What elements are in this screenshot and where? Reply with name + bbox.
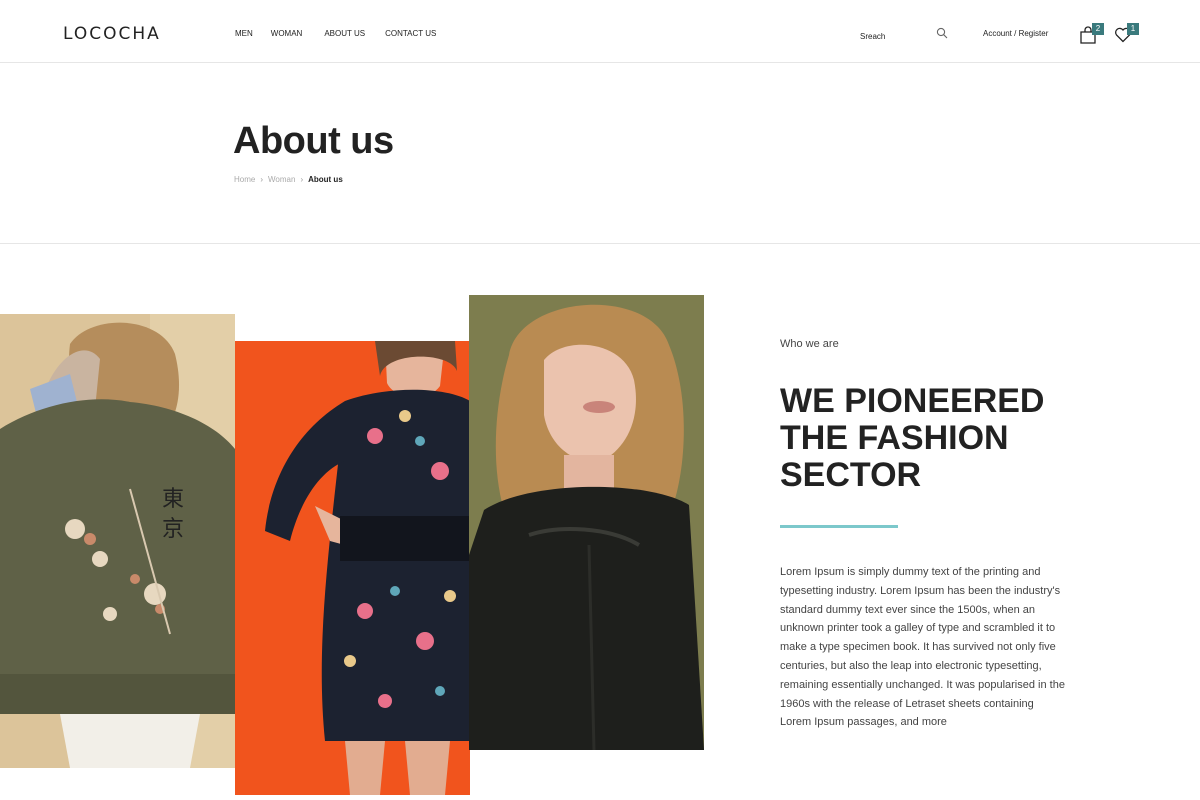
cart-button[interactable]: 2 — [1079, 23, 1105, 45]
breadcrumb-home[interactable]: Home — [234, 175, 255, 184]
page-title-section: About us Home › Woman › About us — [0, 64, 1200, 244]
breadcrumb: Home › Woman › About us — [234, 175, 343, 184]
main-nav: MEN WOMAN ABOUT US CONTACT US — [235, 29, 454, 38]
section-headline: WE PIONEERED THE FASHION SECTOR — [780, 382, 1045, 494]
site-header: LOCOCHA MEN WOMAN ABOUT US CONTACT US Ac… — [0, 0, 1200, 63]
search-box — [860, 26, 950, 42]
nav-woman[interactable]: WOMAN — [271, 29, 303, 38]
model-photo-jacket: 東 京 — [0, 314, 235, 768]
chevron-right-icon: › — [300, 175, 304, 184]
chevron-right-icon: › — [260, 175, 264, 184]
cart-count-badge: 2 — [1092, 23, 1104, 35]
nav-men[interactable]: MEN — [235, 29, 253, 38]
breadcrumb-woman[interactable]: Woman — [268, 175, 295, 184]
accent-divider — [780, 525, 898, 528]
model-photo-floral-dress — [235, 341, 470, 795]
logo[interactable]: LOCOCHA — [63, 24, 161, 44]
search-input[interactable] — [860, 32, 930, 41]
search-icon[interactable] — [936, 26, 948, 39]
breadcrumb-current: About us — [308, 175, 343, 184]
section-eyebrow: Who we are — [780, 338, 839, 350]
page-title: About us — [233, 120, 394, 162]
nav-about-us[interactable]: ABOUT US — [324, 29, 365, 38]
svg-text:東: 東 — [162, 487, 184, 512]
wishlist-button[interactable]: 1 — [1114, 23, 1140, 45]
nav-contact-us[interactable]: CONTACT US — [385, 29, 436, 38]
wishlist-count-badge: 1 — [1127, 23, 1139, 35]
model-photo-leather-top — [469, 295, 704, 750]
svg-text:京: 京 — [162, 517, 184, 542]
account-register-link[interactable]: Account / Register — [983, 29, 1048, 38]
about-paragraph: Lorem Ipsum is simply dummy text of the … — [780, 566, 1065, 729]
